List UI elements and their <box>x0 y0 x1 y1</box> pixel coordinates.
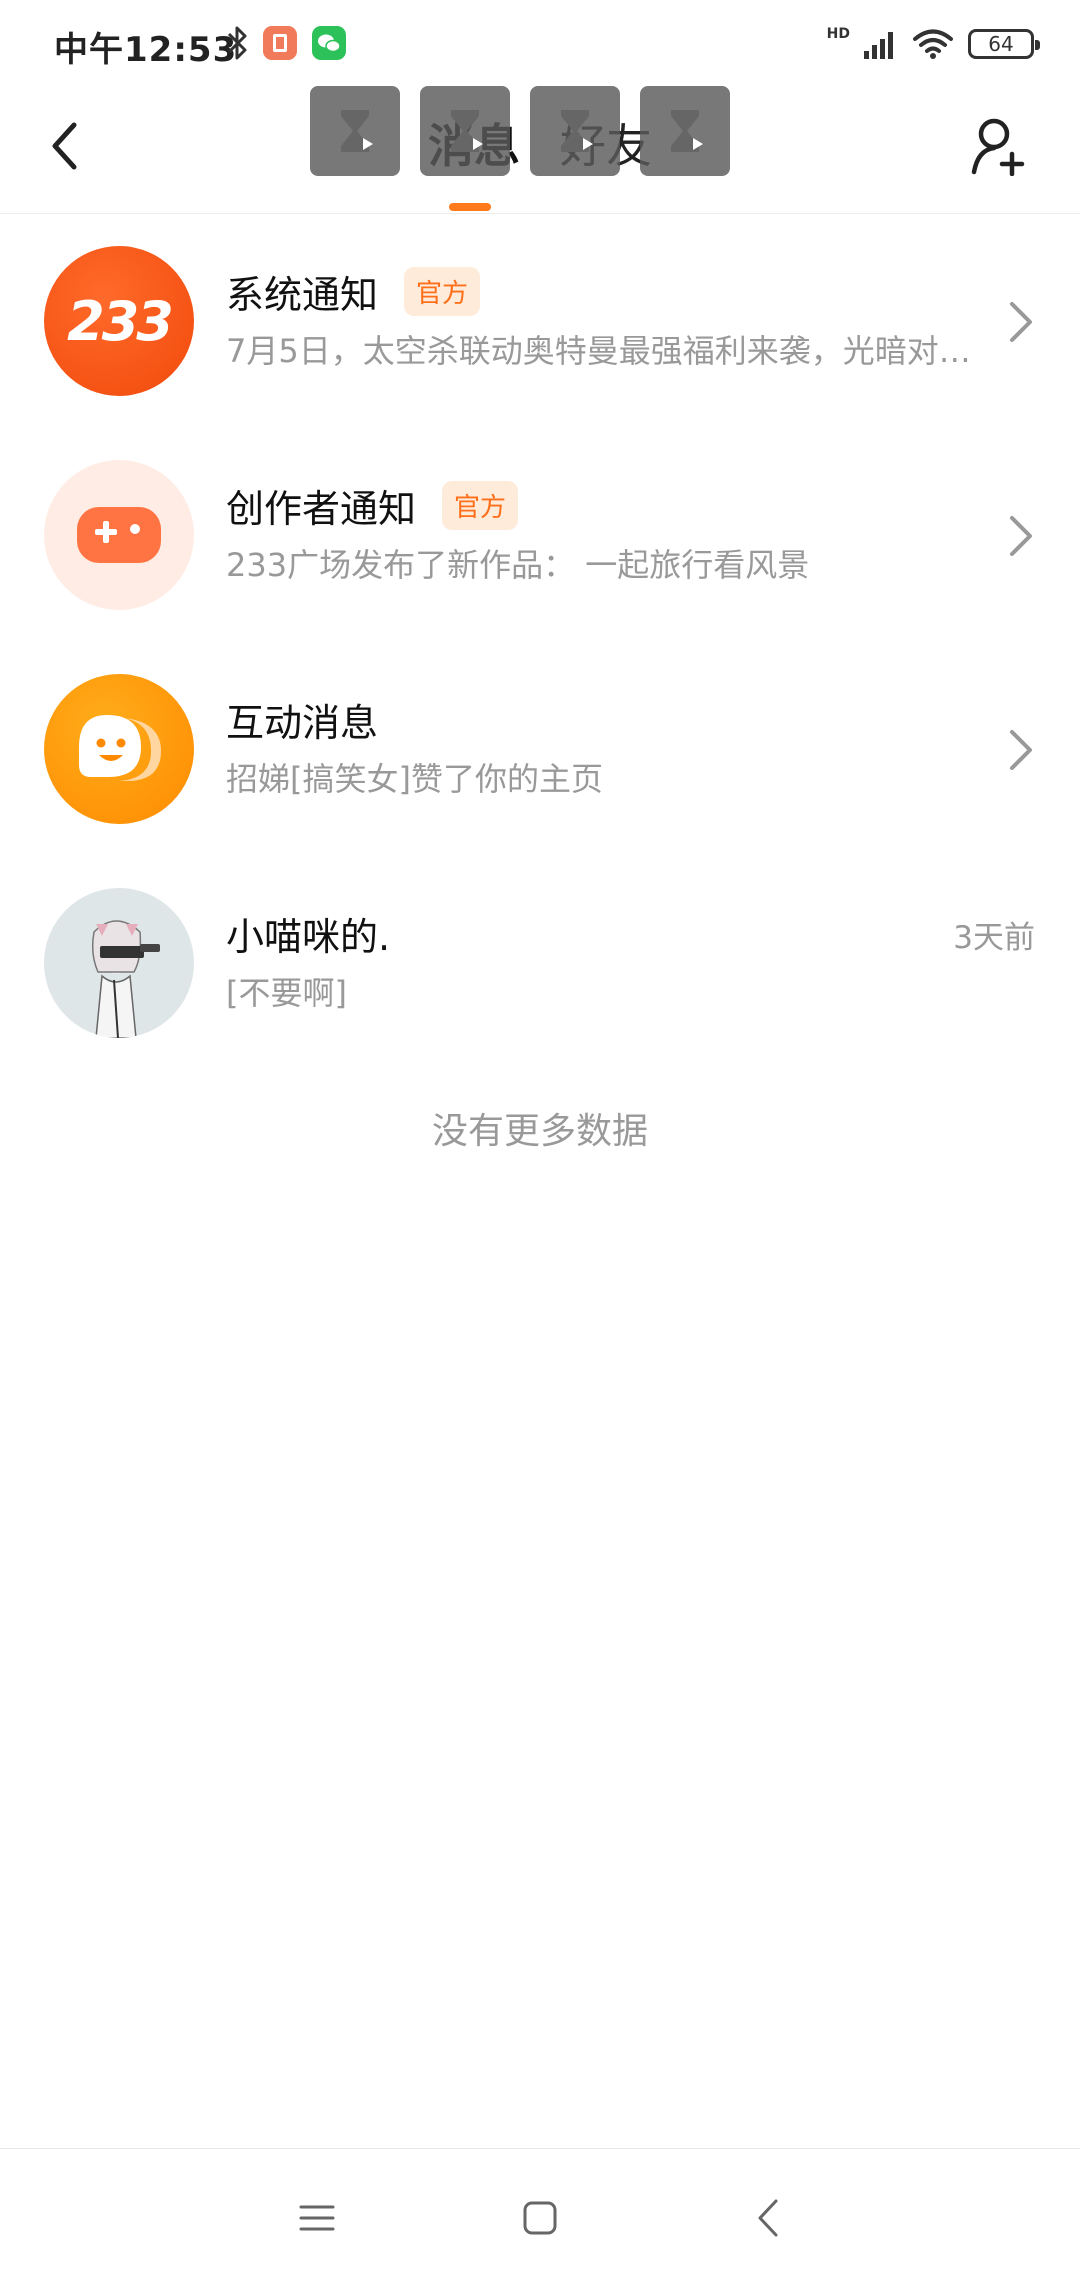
video-thumbnail[interactable] <box>310 86 400 176</box>
list-item-creator-notice[interactable]: 创作者通知 官方 233广场发布了新作品： 一起旅行看风景 <box>0 428 1080 642</box>
gamepad-icon <box>44 460 194 610</box>
status-time: 中午12:53 <box>54 30 238 70</box>
tab-indicator <box>449 203 491 211</box>
avatar-logo-text: 233 <box>67 289 174 353</box>
list-item-chat[interactable]: 小喵咪的. [不要啊] 3天前 <box>0 856 1080 1070</box>
status-bar: 中午12:53 HD 64 <box>0 0 1080 86</box>
app-notification-icon <box>263 26 297 60</box>
chevron-right-icon <box>1010 302 1032 342</box>
video-thumbnail[interactable] <box>420 86 510 176</box>
home-button[interactable] <box>515 2193 565 2243</box>
wifi-icon <box>913 29 953 59</box>
official-badge: 官方 <box>404 267 481 316</box>
hourglass-icon <box>451 110 483 152</box>
video-thumbnail[interactable] <box>640 86 730 176</box>
hourglass-icon <box>561 110 593 152</box>
item-title: 系统通知 <box>226 273 379 317</box>
add-friend-button[interactable] <box>966 114 1030 178</box>
item-subtitle: 233广场发布了新作品： 一起旅行看风景 <box>226 546 810 584</box>
battery-level: 64 <box>988 32 1014 56</box>
message-list: 233 系统通知 官方 7月5日，太空杀联动奥特曼最强福利来袭，光暗对决开启！ … <box>0 214 1080 1070</box>
no-more-data-text: 没有更多数据 <box>431 1111 648 1152</box>
hd-indicator: HD <box>826 26 850 42</box>
item-subtitle: [不要啊] <box>226 974 347 1012</box>
wechat-icon <box>312 26 346 60</box>
add-user-icon <box>971 118 1025 176</box>
hourglass-icon <box>671 110 703 152</box>
chat-face-icon <box>44 674 194 824</box>
item-subtitle: 7月5日，太空杀联动奥特曼最强福利来袭，光暗对决开启！ <box>226 332 980 370</box>
video-thumbnail[interactable] <box>530 86 620 176</box>
chevron-right-icon <box>1010 730 1032 770</box>
list-item-system-notice[interactable]: 233 系统通知 官方 7月5日，太空杀联动奥特曼最强福利来袭，光暗对决开启！ <box>0 214 1080 428</box>
signal-icon <box>864 32 893 59</box>
item-title: 创作者通知 <box>226 487 417 531</box>
menu-button[interactable] <box>292 2193 342 2243</box>
bluetooth-icon <box>227 26 247 60</box>
menu-icon <box>299 2205 335 2231</box>
233-logo-icon: 233 <box>44 246 194 396</box>
list-item-interactions[interactable]: 互动消息 招娣[搞笑女]赞了你的主页 <box>0 642 1080 856</box>
user-avatar <box>44 888 194 1038</box>
item-timestamp: 3天前 <box>953 920 1035 956</box>
hourglass-icon <box>341 110 373 152</box>
chevron-right-icon <box>1010 516 1032 556</box>
back-icon <box>758 2199 778 2237</box>
home-icon <box>523 2201 557 2235</box>
item-title: 互动消息 <box>226 701 379 745</box>
item-subtitle: 招娣[搞笑女]赞了你的主页 <box>226 760 603 798</box>
item-title: 小喵咪的. <box>226 915 391 959</box>
system-nav-bar <box>0 2148 1080 2280</box>
official-badge: 官方 <box>442 481 519 530</box>
battery-icon: 64 <box>968 29 1040 59</box>
system-back-button[interactable] <box>743 2193 793 2243</box>
